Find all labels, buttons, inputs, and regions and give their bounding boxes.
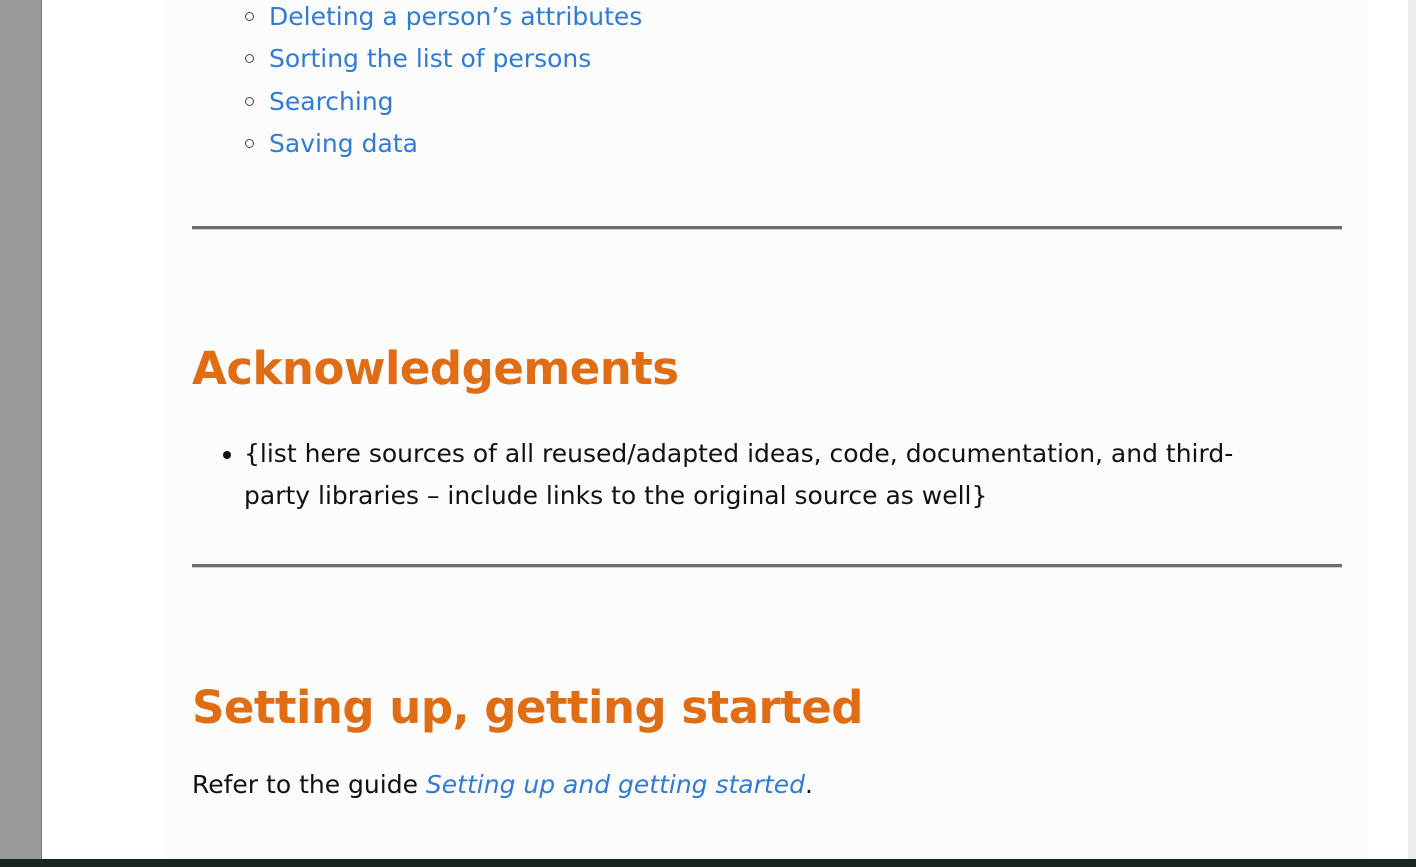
acknowledgements-item-text: {list here sources of all reused/adapted… <box>244 439 1234 510</box>
bullet-icon <box>223 451 231 459</box>
setup-text-after: . <box>804 770 813 799</box>
setting-up-heading: Setting up, getting started <box>192 681 864 734</box>
hollow-bullet-icon <box>245 54 254 64</box>
setup-paragraph: Refer to the guide Setting up and gettin… <box>192 770 813 799</box>
horizontal-rule <box>192 226 1342 230</box>
setup-guide-link[interactable]: Setting up and getting started <box>426 770 805 799</box>
list-item: {list here sources of all reused/adapted… <box>220 433 1290 517</box>
acknowledgements-list: {list here sources of all reused/adapted… <box>220 433 1290 517</box>
hollow-bullet-icon <box>245 96 254 106</box>
toc-item: Sorting the list of persons <box>241 38 642 80</box>
acknowledgements-heading: Acknowledgements <box>192 342 679 395</box>
horizontal-rule <box>192 564 1342 568</box>
hollow-bullet-icon <box>245 12 254 21</box>
taskbar-edge <box>0 859 1416 867</box>
window-left-gutter <box>0 0 41 867</box>
setup-link-text: Setting up and getting started <box>425 770 805 799</box>
toc-item: Saving data <box>241 123 642 165</box>
document-page: Deleting a person’s attributes Sorting t… <box>42 0 1408 867</box>
scrollbar-track[interactable] <box>1408 0 1416 867</box>
toc-link-saving-data[interactable]: Saving data <box>269 129 418 158</box>
toc-sublist: Deleting a person’s attributes Sorting t… <box>241 0 642 165</box>
toc-link-searching[interactable]: Searching <box>269 87 394 116</box>
toc-link-sorting[interactable]: Sorting the list of persons <box>269 44 591 73</box>
toc-item: Searching <box>241 81 642 123</box>
toc-link-deleting-attributes[interactable]: Deleting a person’s attributes <box>269 2 642 31</box>
hollow-bullet-icon <box>245 138 254 148</box>
document-content: Deleting a person’s attributes Sorting t… <box>165 0 1368 867</box>
toc-item: Deleting a person’s attributes <box>241 0 642 38</box>
setup-text-before: Refer to the guide <box>192 770 426 799</box>
